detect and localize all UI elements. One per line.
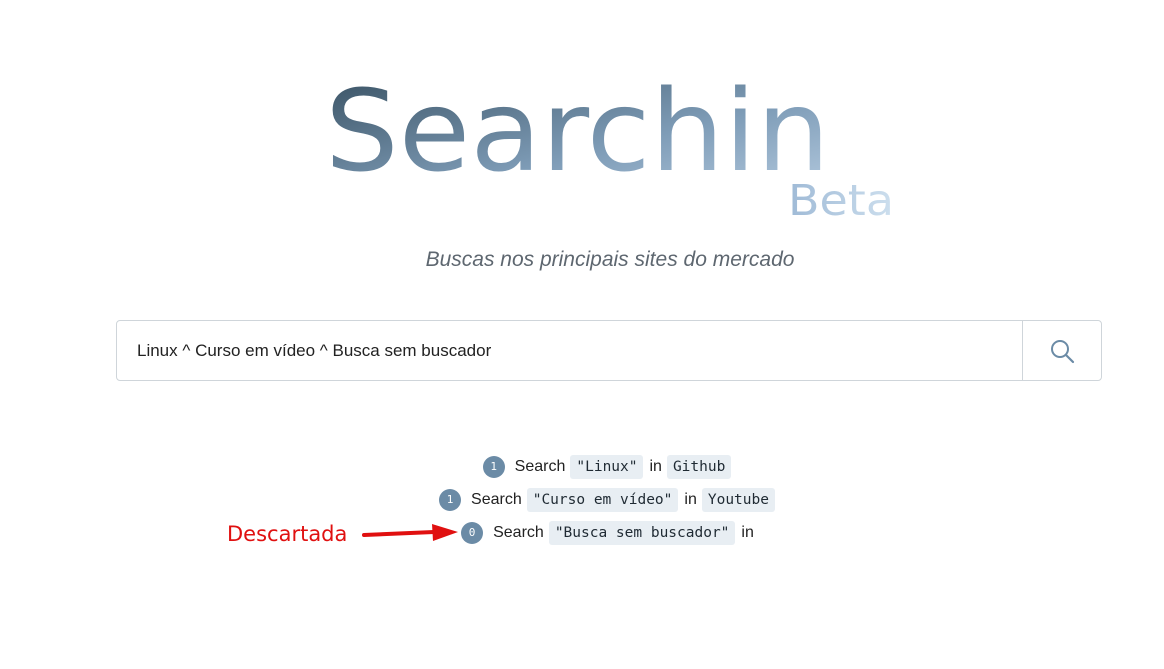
results-list: 1 Search "Linux" in Github 1 Search "Cur… [0,450,1164,549]
result-query: "Busca sem buscador" [548,520,736,545]
result-in-word: in [741,523,754,541]
search-button[interactable] [1022,321,1101,380]
result-row: 1 Search "Curso em vídeo" in Youtube [0,483,1164,516]
arrow-right-icon [362,524,458,541]
result-in-word: in [684,490,697,508]
tagline: Buscas nos principais sites do mercado [425,248,795,271]
result-count-badge: 1 [439,488,462,511]
logo-badge: Beta [788,176,894,226]
page: Searchin Beta Buscas nos principais site… [0,0,1164,669]
result-count-badge: 0 [461,521,484,544]
result-in-word: in [649,457,662,475]
result-row: 1 Search "Linux" in Github [0,450,1164,483]
search-input[interactable] [117,321,1022,380]
logo: Searchin Beta [325,67,894,226]
result-search-word: Search [493,523,544,541]
search-icon [1051,339,1075,363]
logo-title: Searchin [325,67,830,197]
search-bar [116,320,1102,381]
result-search-word: Search [471,490,522,508]
result-query: "Curso em vídeo" [526,487,679,512]
result-row: 0 Search "Busca sem buscador" in [0,516,1164,549]
result-query: "Linux" [570,454,644,479]
annotation-label: Descartada [227,522,348,546]
result-site: Youtube [701,487,775,512]
result-site: Github [666,454,732,479]
result-count-badge: 1 [482,455,505,478]
result-search-word: Search [514,457,566,475]
